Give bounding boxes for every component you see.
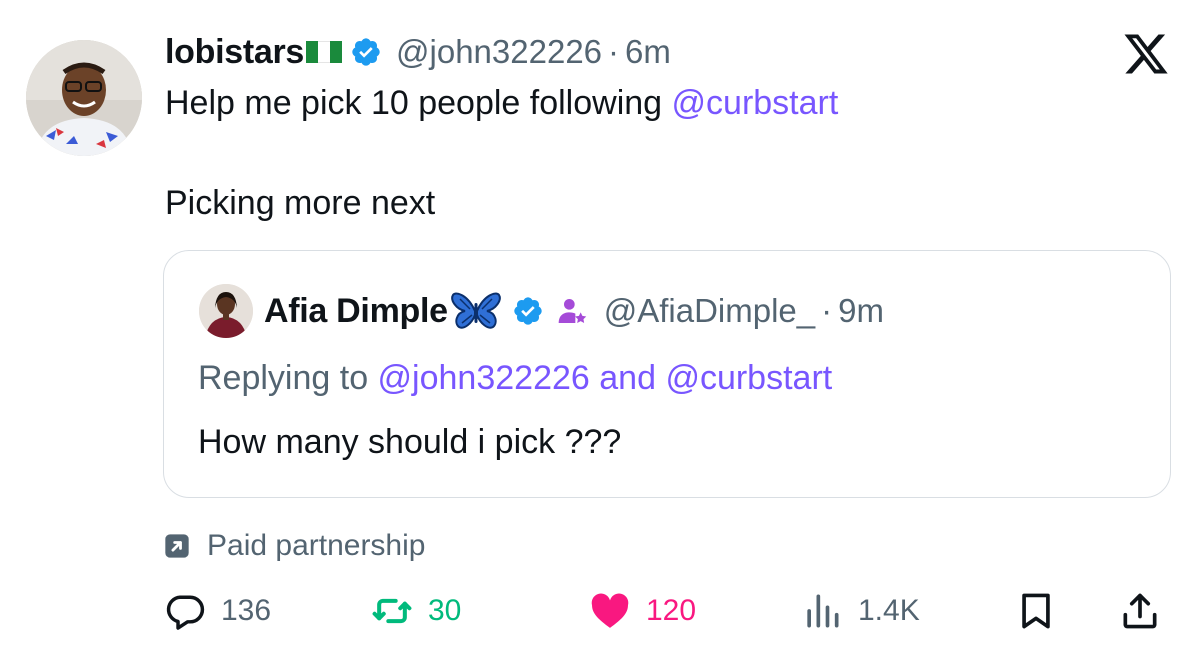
tweet-card[interactable]: lobistars @john322226 · 6m Help me pick …	[0, 0, 1199, 664]
author-name[interactable]: lobistars	[165, 33, 304, 72]
paid-partnership-icon	[165, 534, 189, 558]
bookmark-button[interactable]	[1014, 585, 1058, 637]
action-bar: 136 30 120 1.4K	[0, 585, 1199, 637]
repost-button[interactable]: 30	[370, 585, 461, 637]
tweet-text-line2: Picking more next	[165, 184, 436, 222]
heart-icon	[591, 593, 629, 628]
quoted-author-avatar[interactable]	[199, 284, 253, 338]
author-handle[interactable]: @john322226	[396, 33, 602, 71]
tweet-text: Help me pick 10 people following	[165, 84, 672, 122]
like-count: 120	[646, 594, 697, 627]
reply-button[interactable]: 136	[163, 585, 271, 637]
repost-count: 30	[428, 594, 462, 627]
share-icon	[1123, 593, 1157, 629]
like-button[interactable]: 120	[588, 585, 696, 637]
paid-partnership-label[interactable]: Paid partnership	[163, 526, 425, 566]
quoted-tweet[interactable]: Afia Dimple @AfiaDimple_ · 9m Replying t…	[163, 250, 1171, 498]
verified-badge-icon	[514, 297, 542, 325]
reply-count: 136	[221, 594, 272, 627]
views-button[interactable]: 1.4K	[800, 585, 920, 637]
paid-partnership-text: Paid partnership	[207, 529, 426, 562]
replying-and-label: and	[589, 359, 666, 397]
repost-icon	[372, 598, 412, 624]
views-bar-chart-icon	[807, 594, 839, 628]
bookmark-icon	[1022, 593, 1050, 629]
butterfly-emoji-icon	[451, 292, 501, 329]
quoted-timestamp[interactable]: 9m	[838, 292, 884, 330]
replying-to-line: Replying to @john322226 and @curbstart	[198, 359, 832, 398]
nigeria-flag-icon	[306, 41, 343, 63]
tweet-text-line1: Help me pick 10 people following @curbst…	[165, 84, 838, 123]
share-button[interactable]	[1118, 585, 1162, 637]
tweet-header: lobistars @john322226 · 6m	[165, 28, 671, 76]
quoted-tweet-header: Afia Dimple @AfiaDimple_ · 9m	[264, 287, 884, 335]
tweet-timestamp[interactable]: 6m	[625, 33, 671, 71]
subscriber-person-star-icon	[558, 299, 587, 323]
verified-badge-icon	[352, 38, 380, 66]
author-avatar[interactable]	[26, 40, 142, 156]
x-logo-icon[interactable]	[1122, 30, 1170, 78]
replying-to-label: Replying to	[198, 359, 378, 397]
mention-link[interactable]: @john322226	[378, 359, 590, 397]
quoted-header-separator: ·	[821, 292, 833, 329]
header-separator: ·	[608, 33, 620, 70]
quoted-author-handle[interactable]: @AfiaDimple_	[604, 292, 815, 330]
quoted-tweet-text: How many should i pick ???	[198, 423, 622, 461]
views-count: 1.4K	[858, 594, 920, 627]
mention-link[interactable]: @curbstart	[665, 359, 832, 397]
reply-icon	[166, 595, 205, 630]
quoted-author-name[interactable]: Afia Dimple	[264, 292, 448, 331]
mention-link[interactable]: @curbstart	[672, 84, 839, 122]
